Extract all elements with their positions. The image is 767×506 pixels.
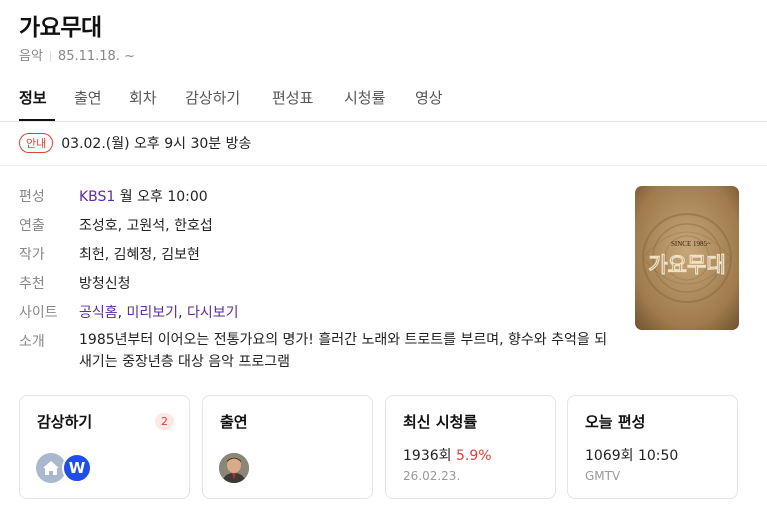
poster-logo-text: 가요무대 [648, 253, 725, 277]
card-watch[interactable]: 감상하기 2 W [19, 395, 190, 499]
tab-bar: 정보 출연 회차 감상하기 편성표 시청률 영상 [0, 84, 767, 122]
page-title: 가요무대 [19, 15, 102, 41]
info-key: 추천 [19, 276, 45, 292]
rating-value: 1936회 5.9% [403, 445, 492, 465]
today-channel: GMTV [585, 469, 621, 483]
program-meta: 음악 85.11.18. ~ [19, 45, 135, 64]
tab-schedule[interactable]: 편성표 [272, 87, 313, 108]
program-poster[interactable]: SINCE 1985~ 가요무대 [635, 186, 739, 330]
meta-divider [49, 51, 51, 62]
host-avatar[interactable] [219, 453, 249, 483]
info-key: 소개 [19, 334, 45, 350]
rating-percent: 5.9% [455, 448, 492, 464]
preview-link[interactable]: 미리보기 [127, 305, 179, 321]
info-value: 최헌, 김혜정, 김보현 [79, 247, 200, 263]
link-separator: , [178, 305, 187, 321]
card-title: 감상하기 [37, 413, 93, 431]
card-title: 출연 [220, 413, 248, 431]
card-cast[interactable]: 출연 [202, 395, 373, 499]
channel-link[interactable]: KBS1 [79, 189, 115, 205]
tab-info[interactable]: 정보 [19, 87, 47, 108]
notice-badge: 안내 [19, 133, 54, 153]
info-key: 사이트 [19, 305, 58, 321]
poster-since-text: SINCE 1985~ [671, 240, 711, 248]
info-key: 작가 [19, 247, 45, 263]
replay-link[interactable]: 다시보기 [187, 305, 239, 321]
start-date: 85.11.18. ~ [57, 49, 135, 64]
audience-apply-link[interactable]: 방청신청 [79, 273, 131, 293]
wavve-icon[interactable]: W [62, 453, 92, 483]
official-home-link[interactable]: 공식홈 [79, 305, 118, 321]
card-title: 오늘 편성 [585, 413, 646, 431]
airtime: 월 오후 10:00 [115, 189, 208, 205]
rating-episode: 1936회 [403, 448, 452, 464]
tab-videos[interactable]: 영상 [415, 87, 443, 108]
card-rating[interactable]: 최신 시청률 1936회 5.9% 26.02.23. [385, 395, 556, 499]
count-badge: 2 [155, 413, 174, 430]
info-key: 편성 [19, 189, 45, 205]
active-tab-indicator [19, 119, 55, 121]
program-description: 1985년부터 이어오는 전통가요의 명가! 흘러간 노래와 트로트를 부르며,… [79, 332, 608, 370]
card-today-schedule[interactable]: 오늘 편성 1069회 10:50 GMTV [567, 395, 738, 499]
section-divider [0, 165, 767, 166]
tab-watch[interactable]: 감상하기 [185, 87, 240, 108]
info-key: 연출 [19, 218, 45, 234]
tab-ratings[interactable]: 시청률 [344, 87, 385, 108]
rating-date: 26.02.23. [403, 469, 461, 483]
info-value: KBS1 월 오후 10:00 [79, 186, 208, 206]
today-episode-time: 1069회 10:50 [585, 448, 679, 464]
broadcast-notice: 안내 03.02.(월) 오후 9시 30분 방송 [19, 132, 251, 154]
genre-label: 음악 [19, 49, 43, 64]
link-separator: , [117, 305, 127, 321]
tab-cast[interactable]: 출연 [74, 87, 102, 108]
site-links: 공식홈, 미리보기, 다시보기 [79, 302, 239, 322]
info-value: 조성호, 고원석, 한호섭 [79, 218, 213, 234]
card-title: 최신 시청률 [403, 413, 478, 431]
notice-text: 03.02.(월) 오후 9시 30분 방송 [61, 136, 252, 152]
tab-episodes[interactable]: 회차 [129, 87, 157, 108]
